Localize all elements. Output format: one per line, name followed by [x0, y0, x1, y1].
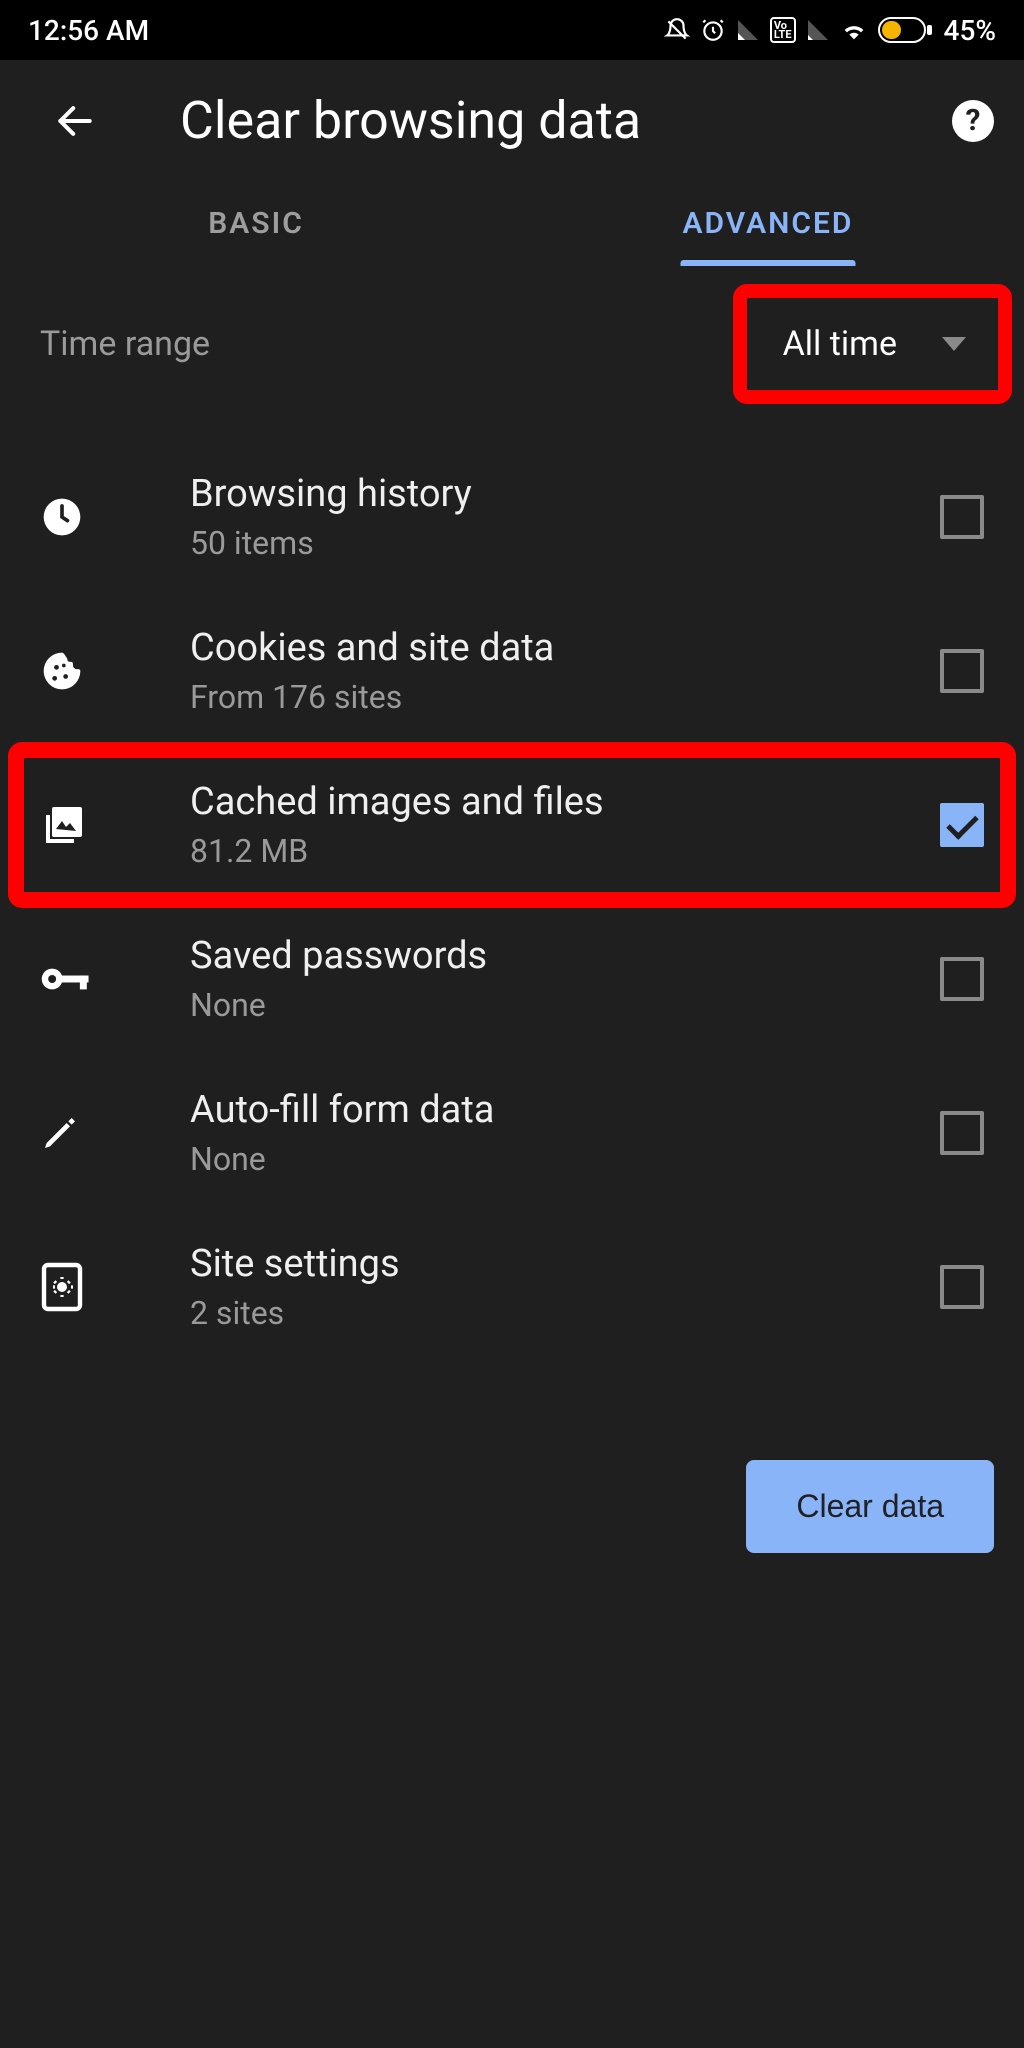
clock-icon	[40, 495, 140, 539]
back-button[interactable]	[45, 91, 105, 151]
checkbox-browsing-history[interactable]	[940, 495, 984, 539]
page-title: Clear browsing data	[180, 90, 952, 151]
signal1-icon	[736, 18, 760, 42]
clear-data-button[interactable]: Clear data	[746, 1460, 994, 1553]
volte-icon: VoLTE	[770, 17, 796, 43]
row-subtitle: None	[190, 1140, 940, 1178]
battery-percent: 45%	[944, 14, 996, 47]
row-browsing-history[interactable]: Browsing history 50 items	[0, 440, 1024, 594]
row-subtitle: None	[190, 986, 940, 1024]
checkbox-site-settings[interactable]	[940, 1265, 984, 1309]
checkbox-cookies[interactable]	[940, 649, 984, 693]
row-title: Site settings	[190, 1242, 940, 1286]
row-title: Cached images and files	[190, 780, 940, 824]
status-right: VoLTE 45%	[664, 14, 996, 47]
time-range-dropdown[interactable]: All time	[751, 306, 994, 382]
alarm-icon	[700, 17, 726, 43]
row-saved-passwords[interactable]: Saved passwords None	[0, 902, 1024, 1056]
checkbox-cached-images[interactable]	[940, 803, 984, 847]
checkbox-saved-passwords[interactable]	[940, 957, 984, 1001]
images-icon	[40, 801, 140, 849]
status-time: 12:56 AM	[28, 14, 149, 47]
help-button[interactable]: ?	[952, 100, 994, 142]
row-subtitle: 50 items	[190, 524, 940, 562]
tabs: BASIC ADVANCED	[0, 181, 1024, 266]
tab-basic[interactable]: BASIC	[0, 181, 512, 266]
app-bar: Clear browsing data ?	[0, 60, 1024, 181]
row-title: Browsing history	[190, 472, 940, 516]
row-title: Cookies and site data	[190, 626, 940, 670]
row-cached-images[interactable]: Cached images and files 81.2 MB	[0, 748, 1024, 902]
settings-page-icon	[40, 1261, 140, 1313]
row-subtitle: 81.2 MB	[190, 832, 940, 870]
pencil-icon	[40, 1113, 140, 1153]
options-list: Browsing history 50 items Cookies and si…	[0, 440, 1024, 1364]
cookie-icon	[40, 649, 140, 693]
time-range-label: Time range	[40, 324, 210, 364]
key-icon	[40, 959, 140, 999]
row-title: Saved passwords	[190, 934, 940, 978]
row-cookies[interactable]: Cookies and site data From 176 sites	[0, 594, 1024, 748]
tab-advanced[interactable]: ADVANCED	[512, 181, 1024, 266]
battery-icon	[878, 17, 934, 43]
status-bar: 12:56 AM VoLTE 45%	[0, 0, 1024, 60]
time-range-value: All time	[783, 324, 897, 364]
row-autofill[interactable]: Auto-fill form data None	[0, 1056, 1024, 1210]
row-title: Auto-fill form data	[190, 1088, 940, 1132]
chevron-down-icon	[942, 337, 966, 351]
notification-muted-icon	[664, 17, 690, 43]
checkbox-autofill[interactable]	[940, 1111, 984, 1155]
row-subtitle: 2 sites	[190, 1294, 940, 1332]
signal2-icon	[806, 18, 830, 42]
row-subtitle: From 176 sites	[190, 678, 940, 716]
time-range-row: Time range All time	[0, 266, 1024, 422]
row-site-settings[interactable]: Site settings 2 sites	[0, 1210, 1024, 1364]
wifi-icon	[840, 16, 868, 44]
